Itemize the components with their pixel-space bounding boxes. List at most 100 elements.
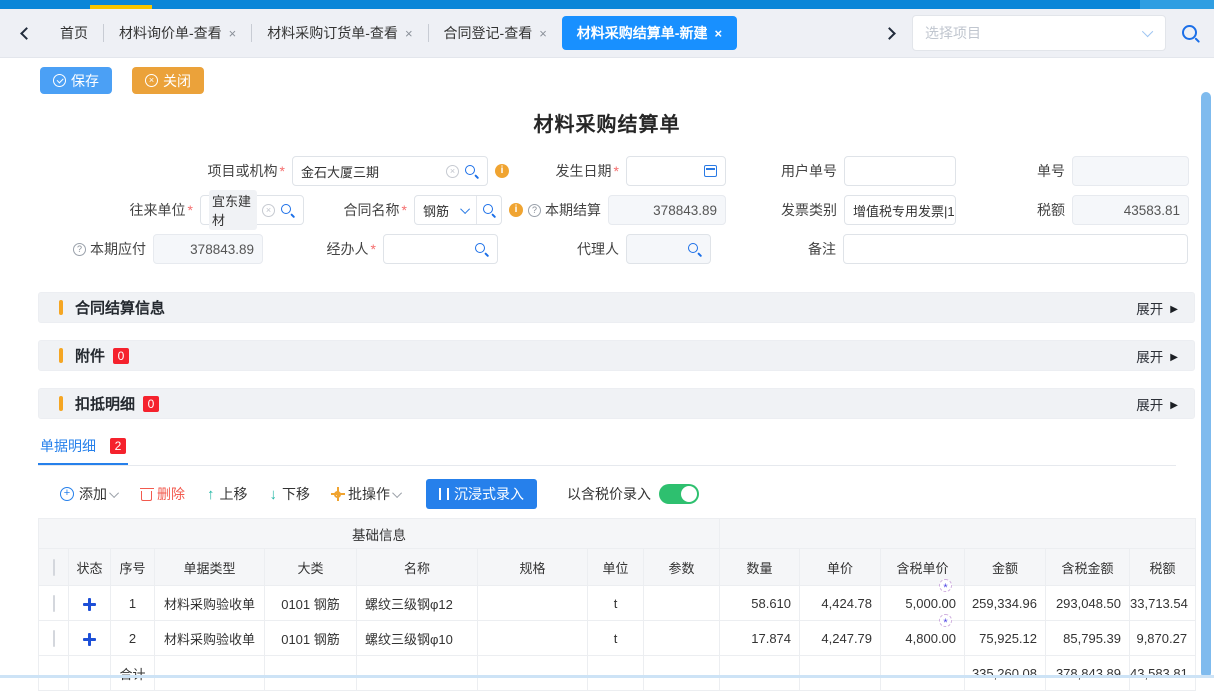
search-icon[interactable]: [687, 242, 702, 257]
info-icon[interactable]: [495, 164, 509, 178]
close-icon[interactable]: [714, 27, 722, 40]
tax-price-toggle[interactable]: [659, 484, 699, 504]
col-category: 大类: [265, 549, 357, 586]
row-checkbox[interactable]: [53, 630, 55, 647]
section-attachments[interactable]: 附件 0 展开: [38, 340, 1195, 371]
date-field: 发生日期*: [538, 156, 726, 186]
section-accent-bar: [59, 348, 63, 363]
contract-select[interactable]: 钢筋: [414, 195, 502, 225]
total-tax: 43,583.81: [1130, 656, 1196, 691]
help-icon[interactable]: [73, 243, 86, 256]
col-doc-type: 单据类型: [155, 549, 265, 586]
vendor-input[interactable]: 宜东建材: [200, 195, 304, 225]
tabs-forward-icon[interactable]: [883, 27, 896, 40]
search-icon[interactable]: [464, 164, 479, 179]
select-all-checkbox[interactable]: [53, 559, 55, 576]
page-title: 材料采购结算单: [0, 108, 1214, 137]
expand-icon: [1170, 396, 1178, 411]
clear-icon[interactable]: [446, 165, 459, 178]
col-unit: 单位: [588, 549, 644, 586]
tab-bar: 首页 材料询价单-查看 材料采购订货单-查看 合同登记-查看 材料采购结算单-新…: [0, 9, 1214, 58]
invoice-input[interactable]: 增值税专用发票|13: [844, 195, 956, 225]
header-checkbox-cell: [39, 549, 69, 586]
close-icon[interactable]: [539, 27, 547, 40]
table-row: 2 材料采购验收单 0101 钢筋 螺纹三级钢φ10 t 17.874 4,24…: [39, 621, 1196, 656]
page-scrollbar[interactable]: [1201, 92, 1211, 678]
table-group-amounts: [720, 519, 1196, 549]
tax-price-toggle-label: 以含税价录入: [567, 484, 651, 504]
user-no-input[interactable]: [844, 156, 956, 186]
tabs-back-icon[interactable]: [20, 27, 33, 40]
project-field: 项目或机构* 金石大厦三期: [178, 156, 509, 186]
save-button[interactable]: 保存: [40, 67, 112, 94]
user-no-field: 用户单号: [752, 156, 956, 186]
row-status-icon[interactable]: [83, 633, 96, 646]
expand-control[interactable]: 展开: [1136, 394, 1178, 414]
required-marker: *: [371, 241, 376, 257]
agent-input[interactable]: [626, 234, 711, 264]
section-accent-bar: [59, 300, 63, 315]
row-checkbox[interactable]: [53, 595, 55, 612]
grid-action-bar: 添加 删除 上移 下移 批操作 沉浸式录入 以含税价录入: [60, 479, 1214, 509]
handler-input[interactable]: [383, 234, 498, 264]
search-icon[interactable]: [474, 242, 489, 257]
move-up-icon: [207, 487, 215, 502]
col-name: 名称: [357, 549, 478, 586]
remark-field: 备注: [788, 234, 1188, 264]
delete-row-button[interactable]: 删除: [141, 484, 185, 504]
move-down-icon: [270, 487, 278, 502]
add-row-button[interactable]: 添加: [60, 484, 119, 504]
tab-purchase-order[interactable]: 材料采购订货单-查看: [252, 16, 427, 50]
total-amount: 335,260.08: [965, 656, 1046, 691]
close-icon[interactable]: [229, 27, 237, 40]
section-deduction-detail[interactable]: 扣抵明细 0 展开: [38, 388, 1195, 419]
tab-document-detail[interactable]: 单据明细 2: [38, 436, 128, 465]
project-select[interactable]: 选择项目: [912, 15, 1166, 51]
tax-input: 43583.81: [1072, 195, 1189, 225]
detail-count-badge: 2: [110, 438, 126, 454]
project-input[interactable]: 金石大厦三期: [292, 156, 488, 186]
contract-field: 合同名称* 钢筋: [322, 195, 523, 225]
expand-control[interactable]: 展开: [1136, 298, 1178, 318]
top-nav-strip: [0, 0, 1214, 9]
col-status: 状态: [69, 549, 111, 586]
section-contract-settlement[interactable]: 合同结算信息 展开: [38, 292, 1195, 323]
help-icon[interactable]: [528, 204, 541, 217]
table-group-basic-info: 基础信息: [39, 519, 720, 549]
row-status-icon[interactable]: [83, 598, 96, 611]
close-icon[interactable]: [405, 27, 413, 40]
search-icon[interactable]: [482, 203, 497, 218]
agent-field: 代理人: [548, 234, 711, 264]
top-nav-active-marker: [90, 5, 152, 9]
tax-field: 税额 43583.81: [1002, 195, 1189, 225]
form-toolbar: 保存 关闭: [40, 67, 1214, 94]
save-icon: [53, 74, 66, 87]
settle-field: 本期结算 378843.89: [508, 195, 726, 225]
collapsible-sections: 合同结算信息 展开 附件 0 展开 扣抵明细 0 展开: [0, 292, 1214, 419]
tax-price-toggle-wrap: 以含税价录入: [567, 484, 699, 504]
search-icon[interactable]: [1181, 24, 1200, 43]
tab-home[interactable]: 首页: [45, 16, 103, 50]
remark-input[interactable]: [843, 234, 1188, 264]
payable-input: 378843.89: [153, 234, 263, 264]
doc-no-input: [1072, 156, 1189, 186]
batch-ops-button[interactable]: 批操作: [332, 484, 402, 504]
col-param: 参数: [644, 549, 720, 586]
close-circle-icon: [145, 74, 158, 87]
immersive-entry-button[interactable]: 沉浸式录入: [426, 479, 537, 509]
required-marker: *: [614, 163, 619, 179]
tab-material-inquiry[interactable]: 材料询价单-查看: [104, 16, 251, 50]
move-up-button[interactable]: 上移: [207, 484, 248, 504]
tab-contract-register[interactable]: 合同登记-查看: [429, 16, 562, 50]
date-input[interactable]: [626, 156, 726, 186]
col-qty: 数量: [720, 549, 800, 586]
calendar-icon[interactable]: [704, 165, 717, 177]
payable-field: 本期应付 378843.89: [48, 234, 263, 264]
clear-icon[interactable]: [262, 204, 275, 217]
chevron-down-icon: [392, 488, 402, 498]
close-button[interactable]: 关闭: [132, 67, 204, 94]
tab-settlement-new[interactable]: 材料采购结算单-新建: [562, 16, 737, 50]
expand-control[interactable]: 展开: [1136, 346, 1178, 366]
move-down-button[interactable]: 下移: [270, 484, 311, 504]
search-icon[interactable]: [280, 203, 295, 218]
